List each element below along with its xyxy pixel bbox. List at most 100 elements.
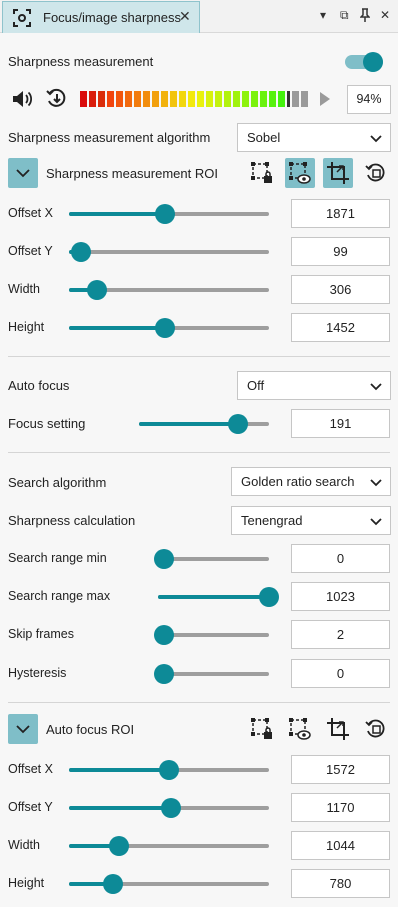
roi-reset-icon[interactable] (361, 714, 391, 744)
tab-focus-sharpness[interactable]: Focus/image sharpness ✕ (2, 1, 200, 33)
sharpness-calculation-label: Sharpness calculation (8, 513, 136, 528)
sharpness-roi-offset-x-value[interactable]: 1871 (291, 199, 390, 228)
slider-handle[interactable] (259, 587, 279, 607)
sharpness-measurement-label: Sharpness measurement (8, 54, 154, 69)
auto-focus-select[interactable]: Off (237, 371, 391, 400)
autofocus-roi-height-slider[interactable] (69, 874, 269, 894)
search-range-min-value[interactable]: 0 (291, 544, 390, 573)
sharpness-calculation-select[interactable]: Tenengrad (231, 506, 391, 535)
meter-segment (224, 91, 231, 107)
autofocus-roi-width-slider[interactable] (69, 836, 269, 856)
autofocus-roi-height-value[interactable]: 780 (291, 869, 390, 898)
search-range-max-value[interactable]: 1023 (291, 582, 390, 611)
autofocus-roi-height-label: Height (8, 876, 45, 890)
slider-handle[interactable] (155, 204, 175, 224)
roi-lock-icon[interactable] (247, 158, 277, 188)
sharpness-roi-offset-x-label: Offset X (8, 206, 53, 220)
slider-handle[interactable] (71, 242, 91, 262)
close-window-icon[interactable]: ✕ (380, 8, 390, 22)
title-bar: Focus/image sharpness ✕ ▾ ⧉ ✕ (0, 0, 398, 33)
roi-show-icon[interactable] (285, 714, 315, 744)
sharpness-roi-label: Sharpness measurement ROI (46, 166, 218, 181)
menu-dropdown-icon[interactable]: ▾ (320, 8, 326, 22)
sharpness-calculation-value: Tenengrad (241, 513, 303, 528)
chevron-down-icon (370, 135, 382, 143)
meter-segment (134, 91, 141, 107)
search-algorithm-select[interactable]: Golden ratio search (231, 467, 391, 496)
sharpness-level-meter (80, 91, 340, 107)
hysteresis-value[interactable]: 0 (291, 659, 390, 688)
speaker-icon[interactable] (12, 89, 34, 109)
meter-segment (269, 91, 276, 107)
focus-setting-label: Focus setting (8, 416, 86, 431)
sharpness-roi-width-label: Width (8, 282, 40, 296)
float-window-icon[interactable]: ⧉ (340, 8, 349, 22)
search-range-min-slider[interactable] (154, 549, 269, 569)
roi-crop-icon[interactable] (323, 158, 353, 188)
autofocus-roi-offset-x-value[interactable]: 1572 (291, 755, 390, 784)
chevron-down-icon (370, 479, 382, 487)
slider-handle[interactable] (103, 874, 123, 894)
autofocus-roi-offset-y-value[interactable]: 1170 (291, 793, 390, 822)
slider-handle[interactable] (154, 664, 174, 684)
pin-icon[interactable] (359, 8, 371, 27)
autofocus-roi-offset-x-label: Offset X (8, 762, 53, 776)
meter-segment (161, 91, 168, 107)
roi-reset-icon[interactable] (361, 158, 391, 188)
skip-frames-slider[interactable] (154, 625, 269, 645)
hysteresis-slider[interactable] (154, 664, 269, 684)
sharpness-roi-height-slider[interactable] (69, 318, 269, 338)
tab-close-icon[interactable]: ✕ (179, 8, 191, 25)
slider-handle[interactable] (227, 414, 248, 434)
chevron-down-icon (370, 518, 382, 526)
roi-lock-icon[interactable] (247, 714, 277, 744)
autofocus-roi-expander[interactable] (8, 714, 38, 744)
sharpness-algorithm-select[interactable]: Sobel (237, 123, 391, 152)
search-range-max-slider[interactable] (158, 587, 279, 607)
slider-handle[interactable] (154, 625, 174, 645)
meter-segment (233, 91, 240, 107)
sharpness-roi-height-value[interactable]: 1452 (291, 313, 390, 342)
roi-show-icon[interactable] (285, 158, 315, 188)
skip-frames-value[interactable]: 2 (291, 620, 390, 649)
meter-end-arrow-icon (320, 92, 330, 106)
sharpness-roi-offset-y-slider[interactable] (69, 242, 269, 262)
sharpness-roi-offset-y-value[interactable]: 99 (291, 237, 390, 266)
meter-segment (125, 91, 132, 107)
slider-handle[interactable] (154, 549, 174, 569)
sharpness-roi-offset-y-label: Offset Y (8, 244, 53, 258)
meter-segment (152, 91, 159, 107)
sharpness-roi-expander[interactable] (8, 158, 38, 188)
meter-segment (278, 91, 285, 107)
meter-segment (287, 91, 290, 107)
sharpness-roi-width-slider[interactable] (69, 280, 269, 300)
meter-segment (89, 91, 96, 107)
meter-segment (242, 91, 249, 107)
autofocus-roi-width-value[interactable]: 1044 (291, 831, 390, 860)
sharpness-roi-width-value[interactable]: 306 (291, 275, 390, 304)
meter-segment (107, 91, 114, 107)
tab-title: Focus/image sharpness (43, 10, 182, 25)
slider-handle[interactable] (161, 798, 181, 818)
divider (8, 452, 390, 453)
roi-crop-icon[interactable] (323, 714, 353, 744)
slider-handle[interactable] (87, 280, 107, 300)
autofocus-roi-offset-x-slider[interactable] (69, 760, 269, 780)
search-algorithm-value: Golden ratio search (241, 474, 355, 489)
focus-setting-slider[interactable] (139, 414, 269, 434)
focus-target-icon (13, 9, 31, 27)
meter-segment (292, 91, 299, 107)
sharpness-measurement-toggle[interactable] (345, 52, 385, 72)
sharpness-roi-offset-x-slider[interactable] (69, 204, 269, 224)
reset-peak-icon[interactable] (46, 88, 68, 110)
slider-handle[interactable] (109, 836, 129, 856)
meter-segment (188, 91, 195, 107)
focus-setting-value[interactable]: 191 (291, 409, 390, 438)
slider-handle[interactable] (155, 318, 175, 338)
divider (8, 356, 390, 357)
chevron-down-icon (16, 725, 30, 734)
autofocus-roi-offset-y-label: Offset Y (8, 800, 53, 814)
sharpness-algorithm-label: Sharpness measurement algorithm (8, 130, 211, 145)
autofocus-roi-offset-y-slider[interactable] (69, 798, 269, 818)
slider-handle[interactable] (159, 760, 179, 780)
